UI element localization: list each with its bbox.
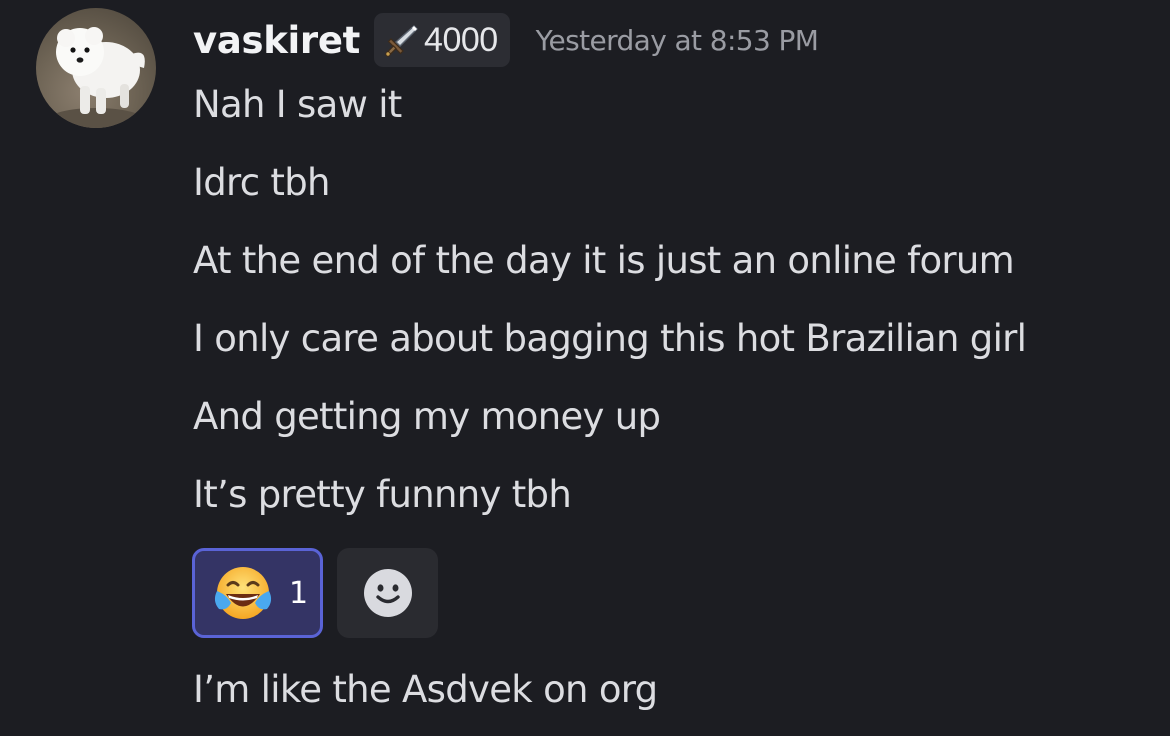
sword-icon	[385, 25, 419, 57]
message-line-7: I’m like the Asdvek on org	[193, 668, 658, 711]
author-name[interactable]: vaskiret	[193, 19, 360, 62]
joy-emoji-icon	[214, 567, 272, 619]
reaction-bar: 1	[192, 548, 438, 638]
message-line-1: Nah I saw it	[193, 83, 402, 126]
reaction-count: 1	[289, 575, 309, 611]
white-dog-avatar-image	[48, 27, 145, 128]
message-line-4: I only care about bagging this hot Brazi…	[193, 317, 1027, 360]
message-line-2: Idrc tbh	[193, 161, 330, 204]
message-line-3: At the end of the day it is just an onli…	[193, 239, 1015, 282]
reaction-joy-button[interactable]: 1	[192, 548, 323, 638]
message-line-5: And getting my money up	[193, 395, 661, 438]
user-badge[interactable]: 4000	[374, 13, 510, 67]
badge-count: 4000	[424, 20, 498, 59]
add-reaction-smiley-icon	[363, 569, 412, 617]
message-line-6: It’s pretty funnny tbh	[193, 473, 572, 516]
message-header: vaskiret 4000 Yesterday at 8:53 PM	[193, 12, 819, 68]
add-reaction-button[interactable]	[337, 548, 438, 638]
user-avatar[interactable]	[36, 8, 156, 128]
message-timestamp[interactable]: Yesterday at 8:53 PM	[536, 24, 819, 57]
